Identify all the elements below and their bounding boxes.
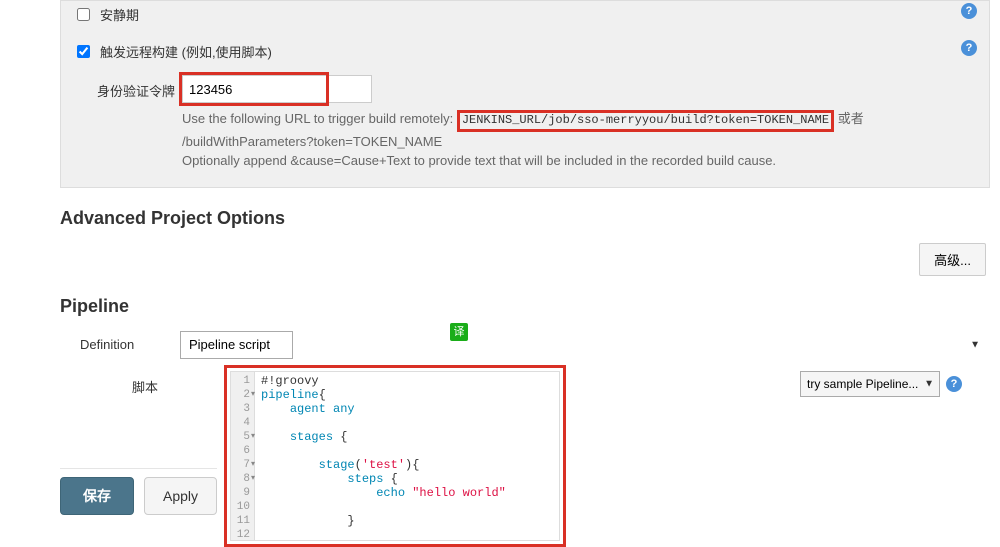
quiet-period-label: 安静期 (100, 5, 139, 24)
sample-pipeline-wrap: try sample Pipeline... ▼ ? (800, 371, 962, 397)
definition-label: Definition (60, 337, 180, 352)
script-label: 脚本 (60, 371, 230, 396)
advanced-button[interactable]: 高级... (919, 243, 986, 276)
editor-code[interactable]: #!groovy pipeline{ agent any stages { st… (255, 372, 512, 540)
save-button[interactable]: 保存 (60, 477, 134, 515)
remote-trigger-checkbox[interactable] (77, 45, 90, 58)
help-icon[interactable]: ? (946, 376, 962, 392)
quiet-period-checkbox[interactable] (77, 8, 90, 21)
advanced-options-header: Advanced Project Options (60, 208, 990, 229)
sample-pipeline-select[interactable]: try sample Pipeline... (800, 371, 940, 397)
auth-token-label: 身份验证令牌 (97, 75, 182, 100)
build-triggers-section: 安静期 ? 触发远程构建 (例如,使用脚本) ? 身份验证令牌 Use the … (60, 0, 990, 188)
help-icon[interactable]: ? (961, 40, 977, 56)
auth-token-input[interactable] (182, 75, 372, 103)
editor-gutter: 123456789101112 (231, 372, 255, 540)
advanced-row: 高级... (60, 243, 986, 276)
auth-token-row: 身份验证令牌 (97, 75, 981, 103)
pipeline-script-editor[interactable]: 123456789101112 #!groovy pipeline{ agent… (230, 371, 560, 541)
hint-url: JENKINS_URL/job/sso-merryyou/build?token… (457, 110, 834, 132)
remote-trigger-row: 触发远程构建 (例如,使用脚本) ? (77, 38, 981, 65)
definition-select[interactable]: Pipeline script (180, 331, 293, 359)
chevron-down-icon: ▼ (970, 339, 980, 350)
quiet-period-row: 安静期 ? (77, 1, 981, 28)
help-icon[interactable]: ? (961, 3, 977, 19)
apply-button[interactable]: Apply (144, 477, 217, 515)
hint-line2: Optionally append &cause=Cause+Text to p… (182, 153, 776, 168)
definition-select-wrap: Pipeline script ▼ (180, 331, 986, 359)
editor-wrap: 123456789101112 #!groovy pipeline{ agent… (230, 371, 560, 541)
auth-token-input-wrap (182, 75, 981, 103)
translate-badge[interactable]: 译 (450, 323, 468, 341)
remote-trigger-label: 触发远程构建 (例如,使用脚本) (100, 42, 272, 61)
footer-buttons: 保存 Apply (60, 468, 217, 523)
pipeline-header: Pipeline (60, 296, 990, 317)
definition-row: Definition Pipeline script ▼ 译 (60, 331, 986, 359)
token-hint: Use the following URL to trigger build r… (182, 109, 981, 171)
hint-prefix: Use the following URL to trigger build r… (182, 111, 457, 126)
